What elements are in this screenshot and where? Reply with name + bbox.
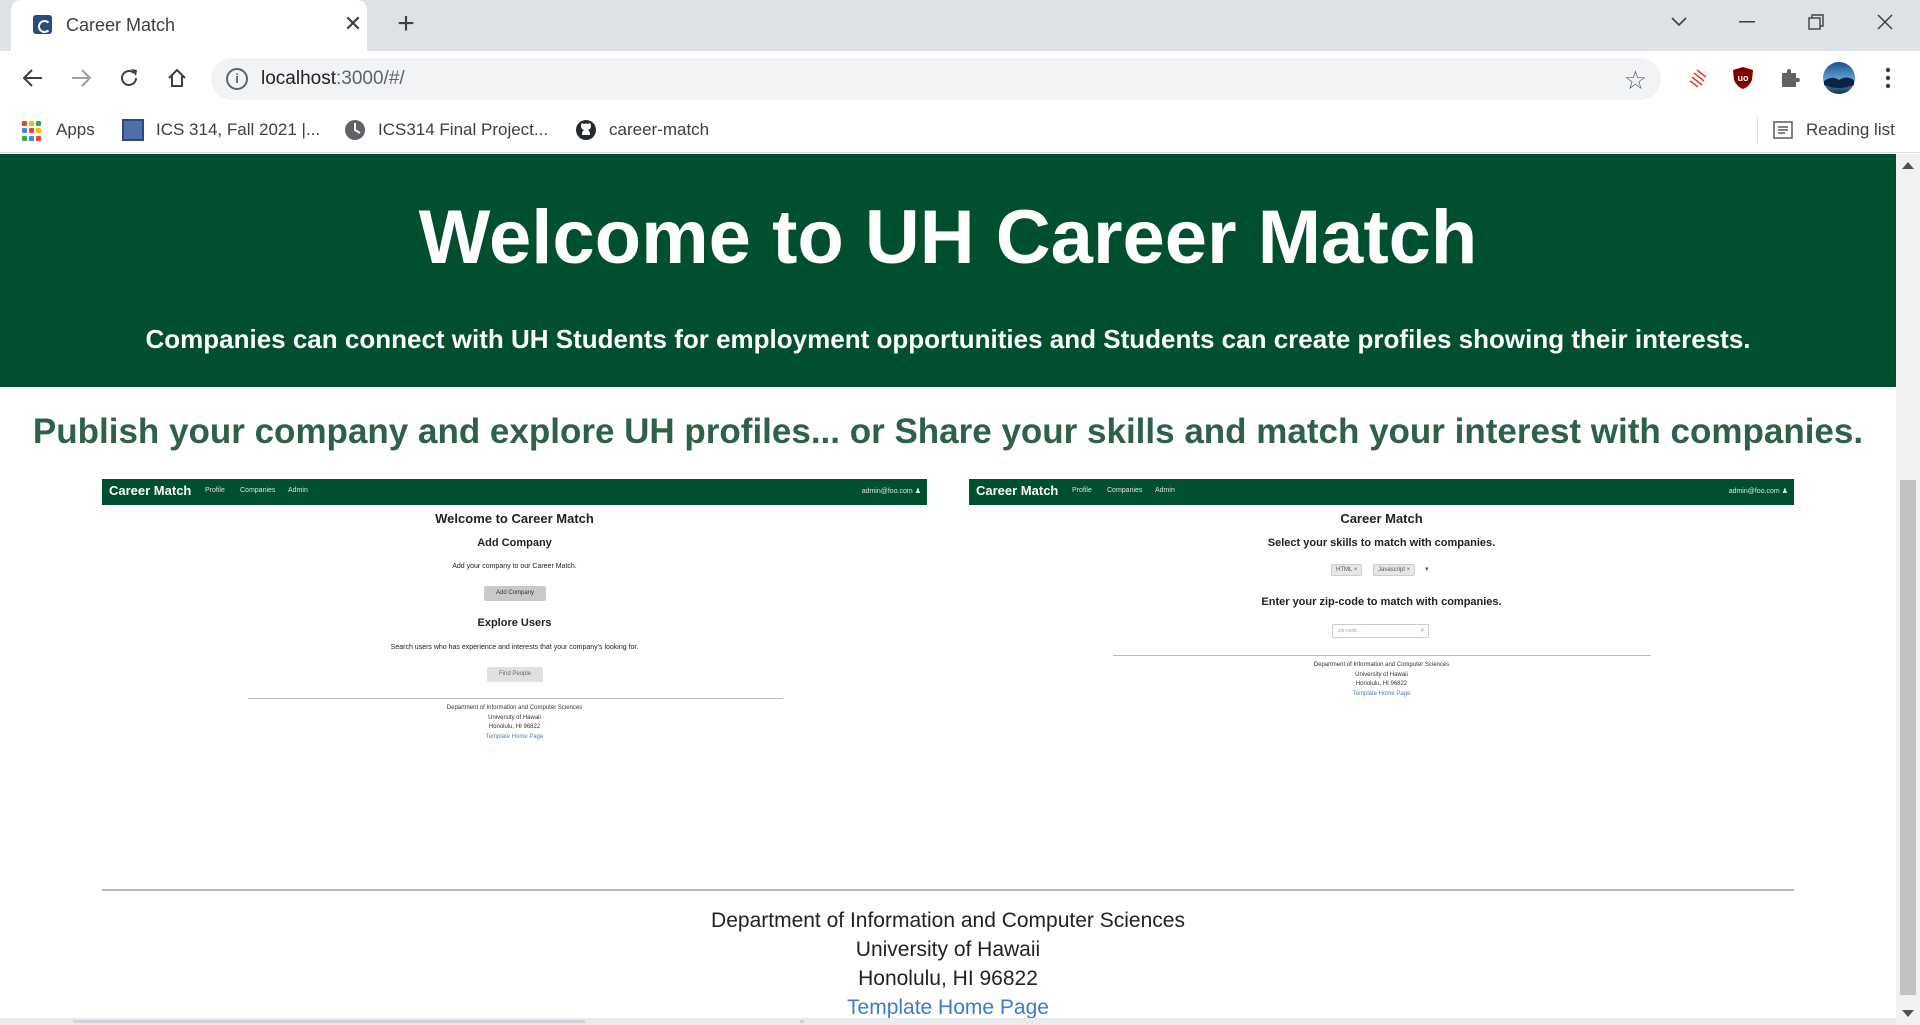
mini-footer: Department of Information and Computer S… [446, 705, 583, 740]
bookmark-career-match[interactable]: career-match [575, 117, 709, 143]
mini-navbar: Career Match Profile Companies Admin adm… [102, 479, 927, 505]
forward-arrow-icon[interactable] [64, 61, 98, 95]
mini-section-text: Add your company to our Career Match. [452, 563, 577, 570]
mini-skill-chip: Javascript × [1373, 564, 1416, 576]
page-square-icon [122, 119, 144, 141]
github-icon [576, 120, 596, 140]
extension-stripes-icon[interactable] [1682, 63, 1712, 93]
bookmark-label: ICS 314, Fall 2021 |... [156, 120, 321, 139]
reading-list-button[interactable]: Reading list [1757, 117, 1895, 143]
mini-nav-admin: Admin [288, 487, 308, 494]
scroll-thumb[interactable] [1900, 480, 1916, 995]
bookmark-label: Apps [56, 120, 95, 139]
bookmark-label: ICS314 Final Project... [378, 120, 549, 139]
mini-zip-title: Enter your zip-code to match with compan… [1261, 596, 1502, 608]
minimize-window-button[interactable] [1727, 6, 1767, 38]
screenshot-add-company: Career Match Profile Companies Admin adm… [102, 479, 927, 759]
reading-list-label: Reading list [1806, 120, 1895, 139]
back-arrow-icon[interactable] [16, 61, 50, 95]
page-title: Welcome to UH Career Match [418, 195, 1478, 280]
close-window-button[interactable] [1865, 6, 1905, 38]
address-bar[interactable]: i localhost:3000/#/ ☆ [211, 58, 1661, 100]
svg-text:uo: uo [1738, 73, 1749, 83]
mini-nav-profile: Profile [1072, 487, 1092, 494]
tab-search-icon[interactable] [1659, 6, 1699, 38]
hero-subtitle: Companies can connect with UH Students f… [145, 324, 1751, 354]
site-info-icon[interactable]: i [226, 68, 248, 90]
footer-department: Department of Information and Computer S… [711, 909, 1185, 932]
apps-grid-icon [22, 119, 44, 141]
bookmarks-bar: Apps ICS 314, Fall 2021 |... ICS314 Fina… [0, 107, 1920, 153]
hero-banner: Welcome to UH Career Match Companies can… [0, 154, 1896, 387]
mini-search-icon: ⚲ [1420, 628, 1424, 634]
mini-brand: Career Match [976, 483, 1059, 498]
bookmark-ics314-final[interactable]: ICS314 Final Project... [344, 117, 548, 143]
browser-menu-icon[interactable] [1873, 63, 1903, 93]
clock-icon [345, 120, 365, 140]
footer-divider [102, 889, 1794, 891]
mini-divider [248, 698, 783, 699]
site-favicon-icon [33, 15, 52, 34]
mini-navbar: Career Match Profile Companies Admin adm… [969, 479, 1794, 505]
home-icon[interactable] [160, 61, 194, 95]
ublock-icon[interactable]: uo [1728, 63, 1758, 93]
mini-find-people-button: Find People [487, 667, 543, 682]
page-footer: Department of Information and Computer S… [0, 906, 1896, 1022]
mini-brand: Career Match [109, 483, 192, 498]
mini-add-company-button: Add Company [484, 586, 546, 601]
mini-heading: Welcome to Career Match [435, 511, 594, 526]
tab-career-match[interactable]: Career Match ✕ [11, 0, 367, 51]
bookmark-label: career-match [609, 120, 710, 139]
restore-window-button[interactable] [1796, 6, 1836, 38]
page-scrollbar[interactable] [1896, 154, 1920, 1025]
page-viewport: Welcome to UH Career Match Companies can… [0, 154, 1896, 1025]
mini-user: admin@foo.com ♟ [861, 488, 921, 495]
mini-nav-companies: Companies [1107, 487, 1143, 494]
footer-address: Honolulu, HI 96822 [858, 967, 1038, 990]
tab-title: Career Match [66, 15, 176, 35]
bookmark-apps[interactable]: Apps [22, 117, 95, 143]
tab-strip: Career Match ✕ + [0, 0, 1920, 51]
mini-section-title: Add Company [477, 537, 552, 549]
mini-nav-profile: Profile [205, 487, 225, 494]
mini-user: admin@foo.com ♟ [1728, 488, 1788, 495]
mini-skill-chip: HTML × [1331, 564, 1363, 576]
tagline: Publish your company and explore UH prof… [32, 412, 1864, 451]
mini-section-text: Search users who has experience and inte… [390, 644, 639, 651]
screenshot-skill-match: Career Match Profile Companies Admin adm… [969, 479, 1794, 759]
footer-university: University of Hawaii [855, 938, 1041, 961]
reload-icon[interactable] [112, 61, 146, 95]
mini-divider [1113, 655, 1651, 656]
mini-skills-title: Select your skills to match with compani… [1267, 537, 1496, 549]
scroll-down-arrow-icon[interactable] [1902, 1010, 1914, 1017]
mini-section-title: Explore Users [477, 617, 552, 629]
scroll-up-arrow-icon[interactable] [1902, 162, 1914, 169]
bookmark-ics314-fall[interactable]: ICS 314, Fall 2021 |... [122, 117, 320, 143]
mini-nav-admin: Admin [1155, 487, 1175, 494]
reading-list-icon [1773, 121, 1793, 139]
url-text: localhost:3000/#/ [261, 68, 405, 89]
browser-toolbar: i localhost:3000/#/ ☆ uo [0, 51, 1920, 107]
mini-heading: Career Match [1340, 511, 1423, 526]
mini-dropdown-caret-icon: ▾ [1425, 566, 1429, 573]
extensions-puzzle-icon[interactable] [1775, 63, 1805, 93]
profile-avatar[interactable] [1822, 61, 1856, 95]
close-tab-icon[interactable]: ✕ [341, 12, 365, 36]
mini-footer: Department of Information and Computer S… [1313, 662, 1450, 697]
new-tab-button[interactable]: + [391, 9, 421, 39]
mini-zip-input: zip-code... ⚲ [1332, 624, 1429, 638]
download-shelf-edge [0, 1018, 1896, 1025]
mini-nav-companies: Companies [240, 487, 276, 494]
bookmark-star-icon[interactable]: ☆ [1624, 65, 1647, 96]
